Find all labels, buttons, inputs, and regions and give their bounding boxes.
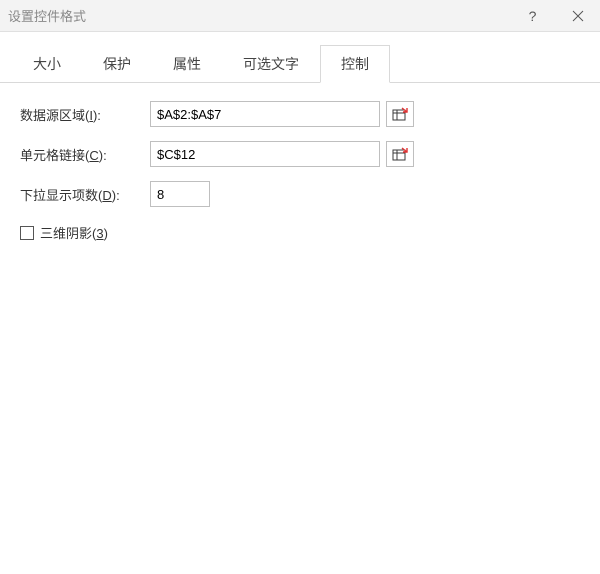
cell-link-label: 单元格链接(C): [20,145,150,164]
tabs: 大小 保护 属性 可选文字 控制 [0,32,600,83]
tab-size[interactable]: 大小 [12,45,82,83]
tab-content: 数据源区域(I): 单元格链接(C): [0,83,600,260]
label-text: 单元格链接( [20,148,89,163]
window-title: 设置控件格式 [8,6,510,25]
label-text: 三维阴影( [40,226,96,241]
close-button[interactable] [555,0,600,32]
source-range-picker-button[interactable] [386,101,414,127]
label-accel: 3 [96,226,103,241]
cell-link-input[interactable] [150,141,380,167]
label-text: ) [104,226,108,241]
help-button[interactable]: ? [510,0,555,32]
label-text: 数据源区域( [20,108,89,123]
range-picker-icon [392,146,408,162]
source-range-row: 数据源区域(I): [20,101,580,127]
tab-alt-text[interactable]: 可选文字 [222,45,320,83]
shadow-row: 三维阴影(3) [20,223,580,242]
label-accel: C [89,148,98,163]
tab-properties[interactable]: 属性 [152,45,222,83]
tab-protect[interactable]: 保护 [82,45,152,83]
dropdown-lines-row: 下拉显示项数(D): [20,181,580,207]
input-wrap [150,101,414,127]
input-wrap [150,181,210,207]
label-text: 下拉显示项数( [20,188,102,203]
shadow-checkbox[interactable] [20,226,34,240]
titlebar: 设置控件格式 ? [0,0,600,32]
shadow-label: 三维阴影(3) [40,223,108,242]
source-range-label: 数据源区域(I): [20,105,150,124]
tab-control[interactable]: 控制 [320,45,390,83]
label-text: ): [99,148,107,163]
source-range-input[interactable] [150,101,380,127]
input-wrap [150,141,414,167]
dropdown-lines-input[interactable] [150,181,210,207]
label-text: ): [112,188,120,203]
label-text: ): [93,108,101,123]
label-accel: D [102,188,111,203]
cell-link-picker-button[interactable] [386,141,414,167]
dropdown-lines-label: 下拉显示项数(D): [20,185,150,204]
close-icon [572,10,584,22]
cell-link-row: 单元格链接(C): [20,141,580,167]
range-picker-icon [392,106,408,122]
